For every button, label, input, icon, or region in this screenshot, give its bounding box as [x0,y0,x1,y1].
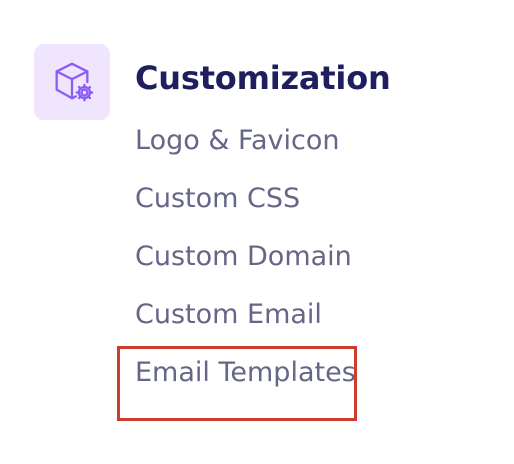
menu-item-email-templates[interactable]: Email Templates [135,353,356,411]
section-icon-tile [34,44,110,120]
menu-item-custom-email[interactable]: Custom Email [135,295,356,353]
customization-menu: Logo & Favicon Custom CSS Custom Domain … [135,121,356,411]
section-title: Customization [135,59,391,97]
menu-item-custom-domain[interactable]: Custom Domain [135,237,356,295]
cube-gear-icon [55,62,94,102]
customization-settings-panel: Customization Logo & Favicon Custom CSS … [0,0,514,464]
menu-item-custom-css[interactable]: Custom CSS [135,179,356,237]
menu-item-logo-favicon[interactable]: Logo & Favicon [135,121,356,179]
